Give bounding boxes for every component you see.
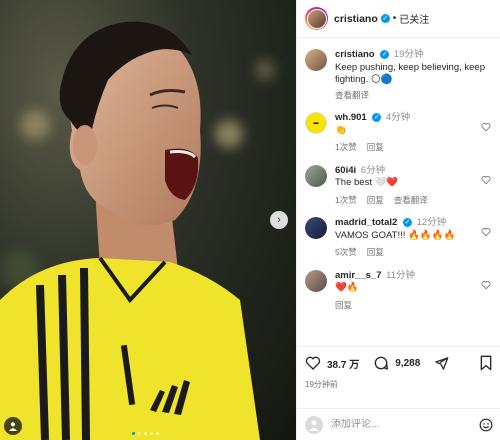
chevron-right-icon: › (277, 214, 281, 226)
comment-like-count[interactable]: 1次赞 (335, 141, 357, 154)
comment-text: VAMOS GOAT!!! 🔥🔥🔥🔥 (335, 229, 456, 241)
author-username[interactable]: cristiano (334, 13, 378, 25)
comment-text: The best 🤍❤️ (335, 177, 399, 188)
comment-item: ▬ wh.901 ✓ 4分钟 👏 1次赞 回复 (305, 112, 493, 154)
post-side-panel: cristiano ✓ • 已关注 cristiano ✓ 19分钟 Keep … (296, 0, 500, 440)
paper-plane-icon[interactable] (434, 356, 449, 371)
avatar (306, 8, 327, 29)
carousel-indicator (132, 432, 159, 435)
post-timestamp: 19分钟前 (305, 380, 338, 389)
comment-item: madrid_total2 ✓ 12分钟 VAMOS GOAT!!! 🔥🔥🔥🔥 … (305, 217, 493, 259)
comment-username[interactable]: madrid_total2 (335, 217, 397, 228)
comment-like-count[interactable]: 5次赞 (335, 246, 357, 259)
comment-time: 12分钟 (416, 217, 447, 228)
reply-button[interactable]: 回复 (367, 141, 384, 154)
heart-icon[interactable] (481, 122, 491, 132)
comment-count[interactable]: 9,288 (395, 358, 420, 369)
avatar[interactable] (305, 164, 327, 187)
post-actions: 38.7 万 9,288 19分钟前 (297, 346, 500, 390)
comment-text: ❤️🔥 (335, 282, 359, 293)
comment-composer (297, 408, 500, 440)
comment-time: 6分钟 (360, 164, 386, 176)
heart-icon[interactable] (481, 227, 491, 237)
caption-time: 19分钟 (393, 49, 424, 60)
verified-icon: ✓ (372, 112, 382, 122)
comment-time: 4分钟 (385, 112, 411, 123)
separator: • (392, 13, 397, 24)
caption-author[interactable]: cristiano (335, 49, 375, 60)
verified-icon: ✓ (380, 14, 390, 23)
see-translation-link[interactable]: 查看翻译 (335, 89, 493, 102)
avatar[interactable] (305, 217, 327, 239)
next-slide-button[interactable]: › (270, 211, 288, 229)
heart-icon[interactable] (305, 355, 321, 371)
follow-status-button[interactable]: 已关注 (399, 11, 429, 26)
user-icon (9, 422, 17, 431)
player-photo (0, 21, 260, 440)
like-count[interactable]: 38.7 万 (327, 356, 359, 371)
caption-text: Keep pushing, keep believing, keep fight… (335, 61, 486, 86)
caption: cristiano ✓ 19分钟 Keep pushing, keep beli… (305, 49, 493, 101)
comment-text: 👏 (335, 124, 347, 136)
comment-time: 11分钟 (386, 269, 415, 281)
avatar[interactable]: ▬ (305, 112, 327, 134)
avatar[interactable] (305, 269, 327, 292)
comment-item: amir__s_7 11分钟 ❤️🔥 回复 (305, 269, 493, 312)
comment-item: 60i4i 6分钟 The best 🤍❤️ 1次赞 回复 查看翻译 (305, 164, 493, 207)
tagged-users-button[interactable] (4, 417, 22, 435)
caption-emoji: 🌕🔵 (370, 74, 393, 85)
comment-list[interactable]: cristiano ✓ 19分钟 Keep pushing, keep beli… (297, 39, 500, 344)
comment-like-count[interactable]: 1次赞 (335, 194, 357, 207)
reply-button[interactable]: 回复 (367, 246, 384, 259)
reply-button[interactable]: 回复 (367, 194, 384, 207)
verified-icon: ✓ (402, 217, 412, 227)
comment-input[interactable] (331, 419, 471, 430)
comment-icon[interactable] (373, 355, 389, 371)
see-translation-link[interactable]: 查看翻译 (394, 194, 428, 207)
post-media[interactable]: › (0, 0, 296, 440)
verified-icon: ✓ (380, 49, 390, 59)
bookmark-icon[interactable] (479, 355, 493, 371)
avatar[interactable] (305, 49, 327, 71)
post-header: cristiano ✓ • 已关注 (297, 0, 500, 38)
comment-username[interactable]: amir__s_7 (335, 270, 381, 281)
avatar (305, 415, 323, 434)
user-icon (309, 420, 319, 431)
comment-username[interactable]: 60i4i (335, 165, 356, 176)
heart-icon[interactable] (481, 280, 491, 290)
author-avatar-ring[interactable] (305, 7, 328, 30)
comment-username[interactable]: wh.901 (335, 112, 367, 123)
heart-icon[interactable] (481, 175, 491, 185)
reply-button[interactable]: 回复 (335, 299, 352, 312)
smiley-icon[interactable] (479, 418, 493, 432)
